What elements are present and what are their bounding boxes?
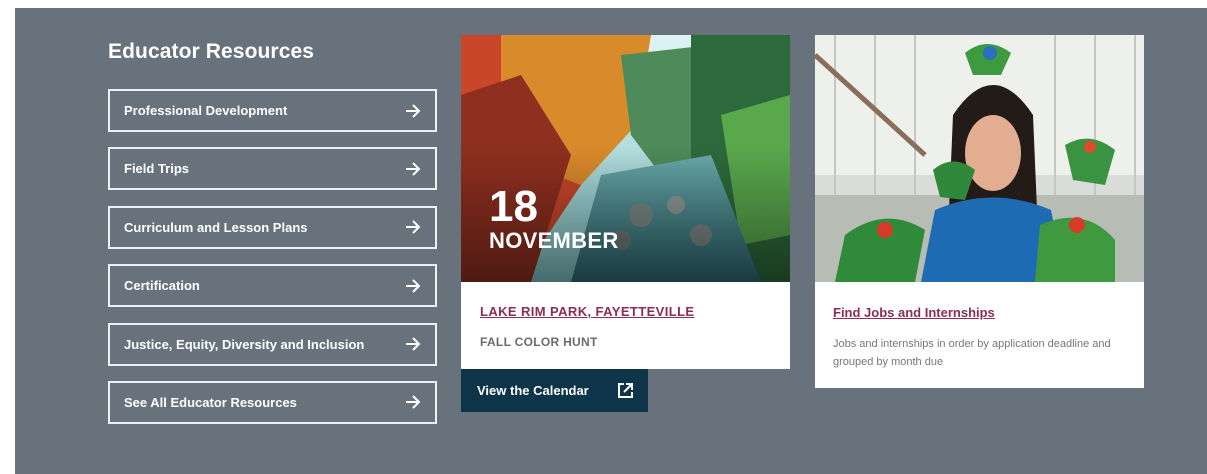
external-link-icon	[617, 382, 634, 402]
view-calendar-label: View the Calendar	[477, 383, 589, 398]
resource-button-professional-development[interactable]: Professional Development	[108, 89, 437, 132]
arrow-right-icon	[405, 337, 421, 351]
resource-button-jedi[interactable]: Justice, Equity, Diversity and Inclusion	[108, 322, 437, 366]
jobs-image	[815, 35, 1144, 282]
event-day: 18	[489, 182, 538, 231]
jobs-description: Jobs and internships in order by applica…	[833, 338, 1111, 368]
arrow-right-icon	[405, 103, 421, 118]
view-calendar-button[interactable]: View the Calendar	[461, 369, 648, 412]
event-month: NOVEMBER	[489, 228, 619, 253]
arrow-right-icon	[405, 278, 421, 293]
event-date: 18 NOVEMBER	[489, 185, 619, 253]
event-card: 18 NOVEMBER LAKE RIM PARK, FAYETTEVILLE …	[461, 35, 790, 369]
arrow-right-icon	[405, 162, 421, 176]
resource-button-certification[interactable]: Certification	[108, 264, 437, 308]
resource-list: Professional Development Field Trips Cur…	[108, 89, 437, 439]
event-image: 18 NOVEMBER	[461, 35, 790, 282]
event-location-link[interactable]: LAKE RIM PARK, FAYETTEVILLE	[480, 304, 694, 319]
arrow-right-icon	[405, 395, 421, 410]
resource-button-label: See All Educator Resources	[124, 394, 297, 410]
resource-button-label: Field Trips	[124, 161, 190, 177]
resource-button-see-all[interactable]: See All Educator Resources	[108, 380, 437, 424]
arrow-right-icon	[405, 220, 421, 234]
resource-button-label: Curriculum and Lesson Plans	[124, 219, 308, 235]
resource-button-label: Certification	[124, 278, 200, 294]
section-heading: Educator Resources	[108, 40, 315, 63]
jobs-card: Find Jobs and Internships Jobs and inter…	[815, 35, 1144, 388]
resource-button-field-trips[interactable]: Field Trips	[108, 147, 437, 191]
jobs-link[interactable]: Find Jobs and Internships	[833, 305, 995, 320]
resource-button-label: Justice, Equity, Diversity and Inclusion	[124, 336, 365, 352]
resource-button-label: Professional Development	[124, 103, 288, 118]
event-title: FALL COLOR HUNT	[480, 335, 598, 349]
resource-button-curriculum[interactable]: Curriculum and Lesson Plans	[108, 205, 437, 249]
